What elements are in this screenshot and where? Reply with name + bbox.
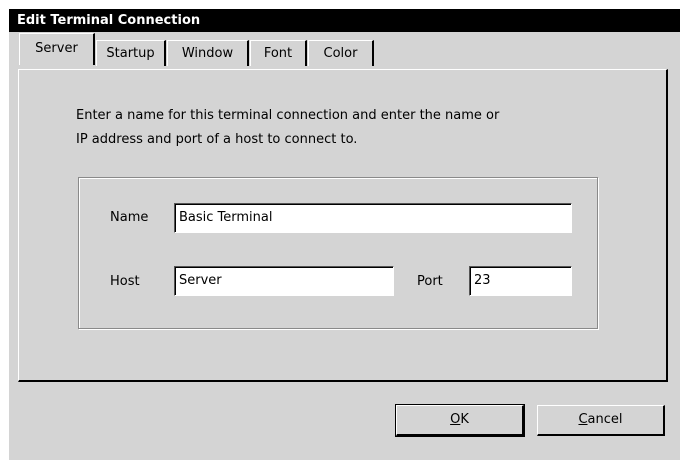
cancel-label-rest: ancel [587, 412, 623, 427]
ok-mnemonic: O [450, 412, 461, 427]
name-input[interactable]: Basic Terminal [174, 203, 572, 233]
host-label: Host [110, 274, 140, 289]
intro-text-line-2: IP address and port of a host to connect… [76, 132, 358, 147]
intro-text-line-1: Enter a name for this terminal connectio… [76, 108, 500, 123]
port-input[interactable]: 23 [469, 266, 572, 296]
ok-button[interactable]: OK [395, 404, 525, 437]
tab-window[interactable]: Window [167, 40, 249, 66]
cancel-button[interactable]: Cancel [537, 405, 665, 436]
port-label: Port [417, 274, 443, 289]
connection-group-box [78, 177, 598, 329]
name-label: Name [110, 210, 149, 225]
host-input[interactable]: Server [174, 266, 394, 296]
tab-font[interactable]: Font [250, 40, 307, 66]
cancel-mnemonic: C [578, 412, 588, 427]
ok-label-rest: K [460, 412, 469, 427]
tab-color[interactable]: Color [308, 40, 374, 66]
tab-server[interactable]: Server [19, 33, 95, 65]
tab-startup[interactable]: Startup [96, 40, 166, 66]
window-title: Edit Terminal Connection [9, 9, 680, 32]
